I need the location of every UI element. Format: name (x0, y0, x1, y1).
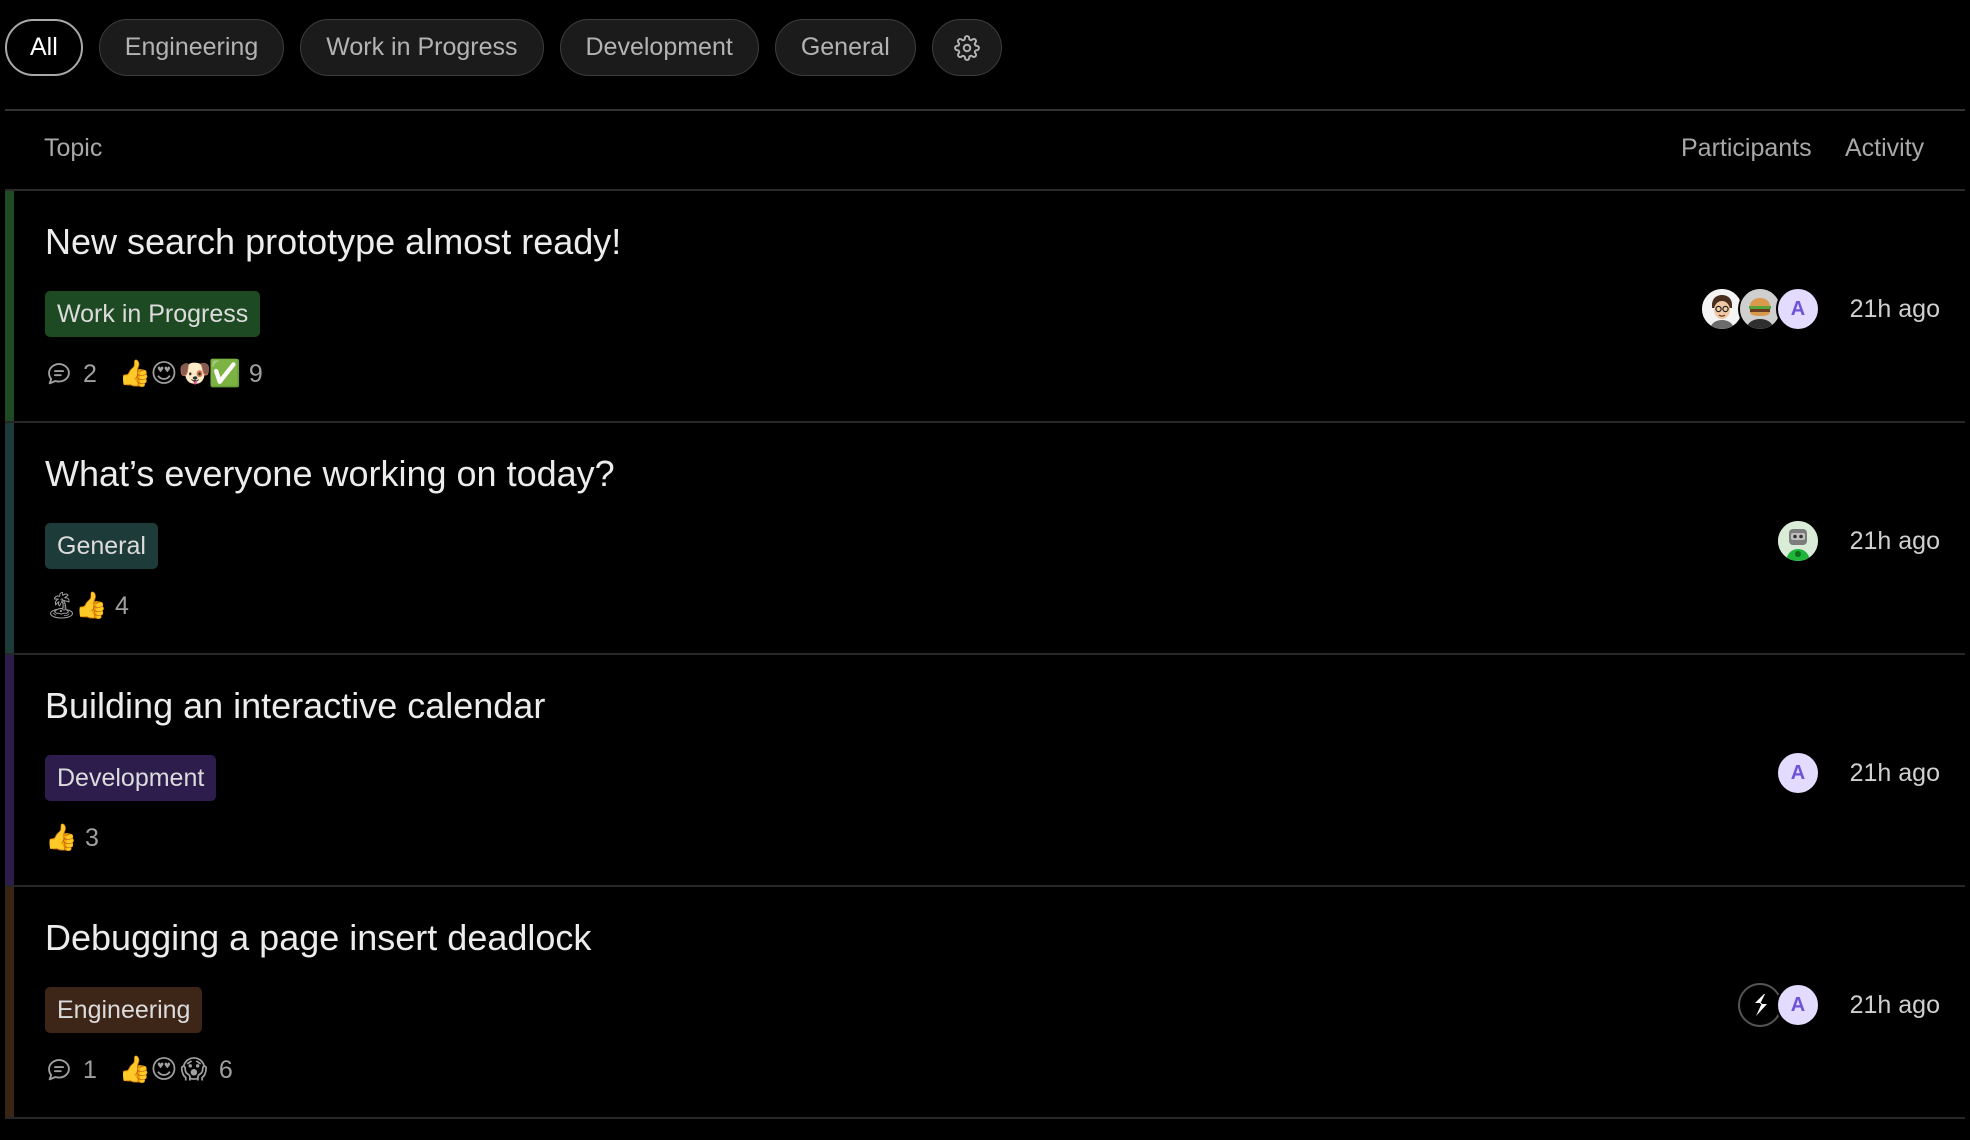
dog-face-icon: 🐶 (178, 359, 212, 389)
participants: A (1700, 287, 1820, 331)
category-accent-bar (5, 887, 14, 1117)
category-tag[interactable]: General (45, 523, 158, 569)
activity-time[interactable]: 21h ago (1850, 759, 1940, 788)
topic-stats: 1 👍 😍 😱 6 (45, 1055, 233, 1085)
topic-stats: 🏝 👍 4 (45, 591, 129, 621)
letter-avatar[interactable]: A (1776, 983, 1820, 1027)
letter-avatar[interactable]: A (1776, 287, 1820, 331)
topic-row[interactable]: New search prototype almost ready! Work … (5, 191, 1965, 423)
reactions: 👍 (45, 823, 78, 853)
column-header-topic[interactable]: Topic (44, 134, 102, 163)
category-accent-bar (5, 655, 14, 885)
filter-development[interactable]: Development (559, 19, 759, 76)
filter-all[interactable]: All (5, 19, 83, 76)
comment-icon (48, 363, 70, 385)
topic-row[interactable]: What’s everyone working on today? Genera… (5, 423, 1965, 655)
divider (5, 109, 1965, 111)
category-filter-bar: All Engineering Work in Progress Develop… (5, 19, 1002, 76)
desert-island-icon: 🏝 (45, 591, 79, 621)
participants: A (1738, 983, 1820, 1027)
thumbs-up-icon: 👍 (118, 1055, 152, 1085)
letter-avatar[interactable]: A (1776, 751, 1820, 795)
thumbs-up-icon: 👍 (45, 823, 78, 853)
reactions: 🏝 👍 (45, 591, 108, 621)
reactions: 👍 😍 😱 (119, 1055, 209, 1085)
thumbs-up-icon: 👍 (118, 359, 152, 389)
heart-eyes-icon: 😍 (150, 1055, 178, 1085)
category-tag[interactable]: Development (45, 755, 217, 801)
topic-stats: 👍 3 (45, 823, 99, 853)
thumbs-up-icon: 👍 (75, 591, 108, 621)
topic-title[interactable]: What’s everyone working on today? (45, 453, 615, 495)
settings-button[interactable] (931, 19, 1002, 76)
comment-count: 1 (83, 1055, 97, 1084)
topic-row[interactable]: Debugging a page insert deadlock Enginee… (5, 887, 1965, 1119)
comment-count: 2 (83, 359, 97, 388)
topic-title[interactable]: New search prototype almost ready! (45, 221, 621, 263)
participants: A (1776, 751, 1820, 795)
filter-general[interactable]: General (774, 19, 916, 76)
topic-stats: 2 👍 😍 🐶 ✅ 9 (45, 359, 263, 389)
reaction-count: 3 (85, 823, 99, 852)
comment-icon (48, 1059, 70, 1081)
heart-eyes-icon: 😍 (150, 359, 178, 389)
activity-time[interactable]: 21h ago (1850, 991, 1940, 1020)
category-tag[interactable]: Engineering (45, 987, 203, 1033)
column-header-activity[interactable]: Activity (1845, 134, 1924, 163)
participants (1776, 519, 1820, 563)
category-accent-bar (5, 191, 14, 421)
reactions: 👍 😍 🐶 ✅ (118, 359, 242, 389)
topic-title[interactable]: Debugging a page insert deadlock (45, 917, 591, 959)
topic-row[interactable]: Building an interactive calendar Develop… (5, 655, 1965, 887)
gear-icon (953, 34, 980, 61)
reaction-count: 9 (248, 359, 263, 388)
reaction-count: 6 (218, 1055, 233, 1084)
reaction-count: 4 (115, 591, 129, 620)
robot-avatar[interactable] (1776, 519, 1820, 563)
topic-title[interactable]: Building an interactive calendar (45, 685, 545, 727)
column-header-participants[interactable]: Participants (1681, 134, 1812, 163)
activity-time[interactable]: 21h ago (1850, 295, 1940, 324)
screaming-face-icon: 😱 (180, 1055, 208, 1085)
activity-time[interactable]: 21h ago (1850, 527, 1940, 556)
filter-engineering[interactable]: Engineering (98, 19, 285, 76)
category-accent-bar (5, 423, 14, 653)
filter-work-in-progress[interactable]: Work in Progress (300, 19, 544, 76)
category-tag[interactable]: Work in Progress (45, 291, 261, 337)
check-mark-icon: ✅ (208, 359, 242, 389)
